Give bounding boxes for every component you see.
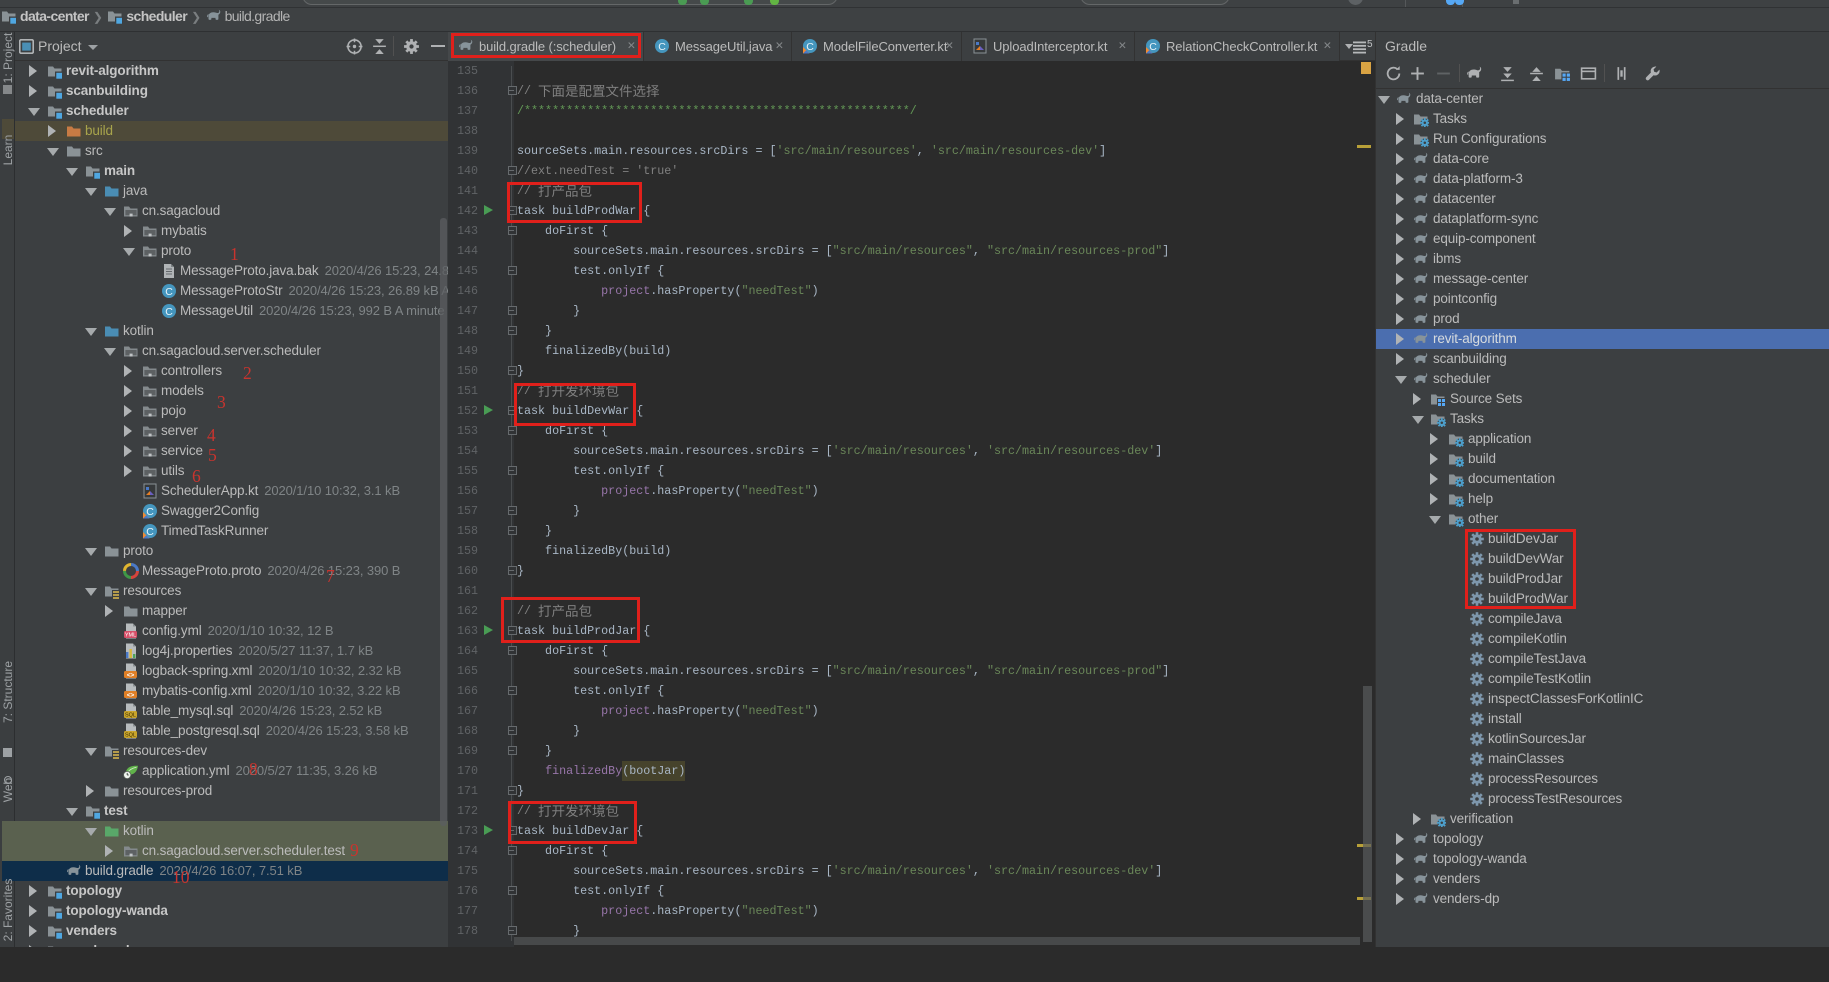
svg-text:<>: <> bbox=[127, 672, 135, 679]
svg-text:C: C bbox=[165, 286, 173, 298]
svg-text:C: C bbox=[146, 506, 154, 518]
svg-text:C: C bbox=[1149, 41, 1157, 53]
svg-text:SQL: SQL bbox=[125, 733, 136, 739]
svg-text:C: C bbox=[806, 41, 814, 53]
svg-text:C: C bbox=[165, 306, 173, 318]
svg-text:SQL: SQL bbox=[125, 713, 136, 719]
svg-text:YML: YML bbox=[125, 633, 136, 639]
svg-text:C: C bbox=[658, 41, 666, 53]
svg-text:C: C bbox=[146, 526, 154, 538]
svg-text:<>: <> bbox=[127, 692, 135, 699]
